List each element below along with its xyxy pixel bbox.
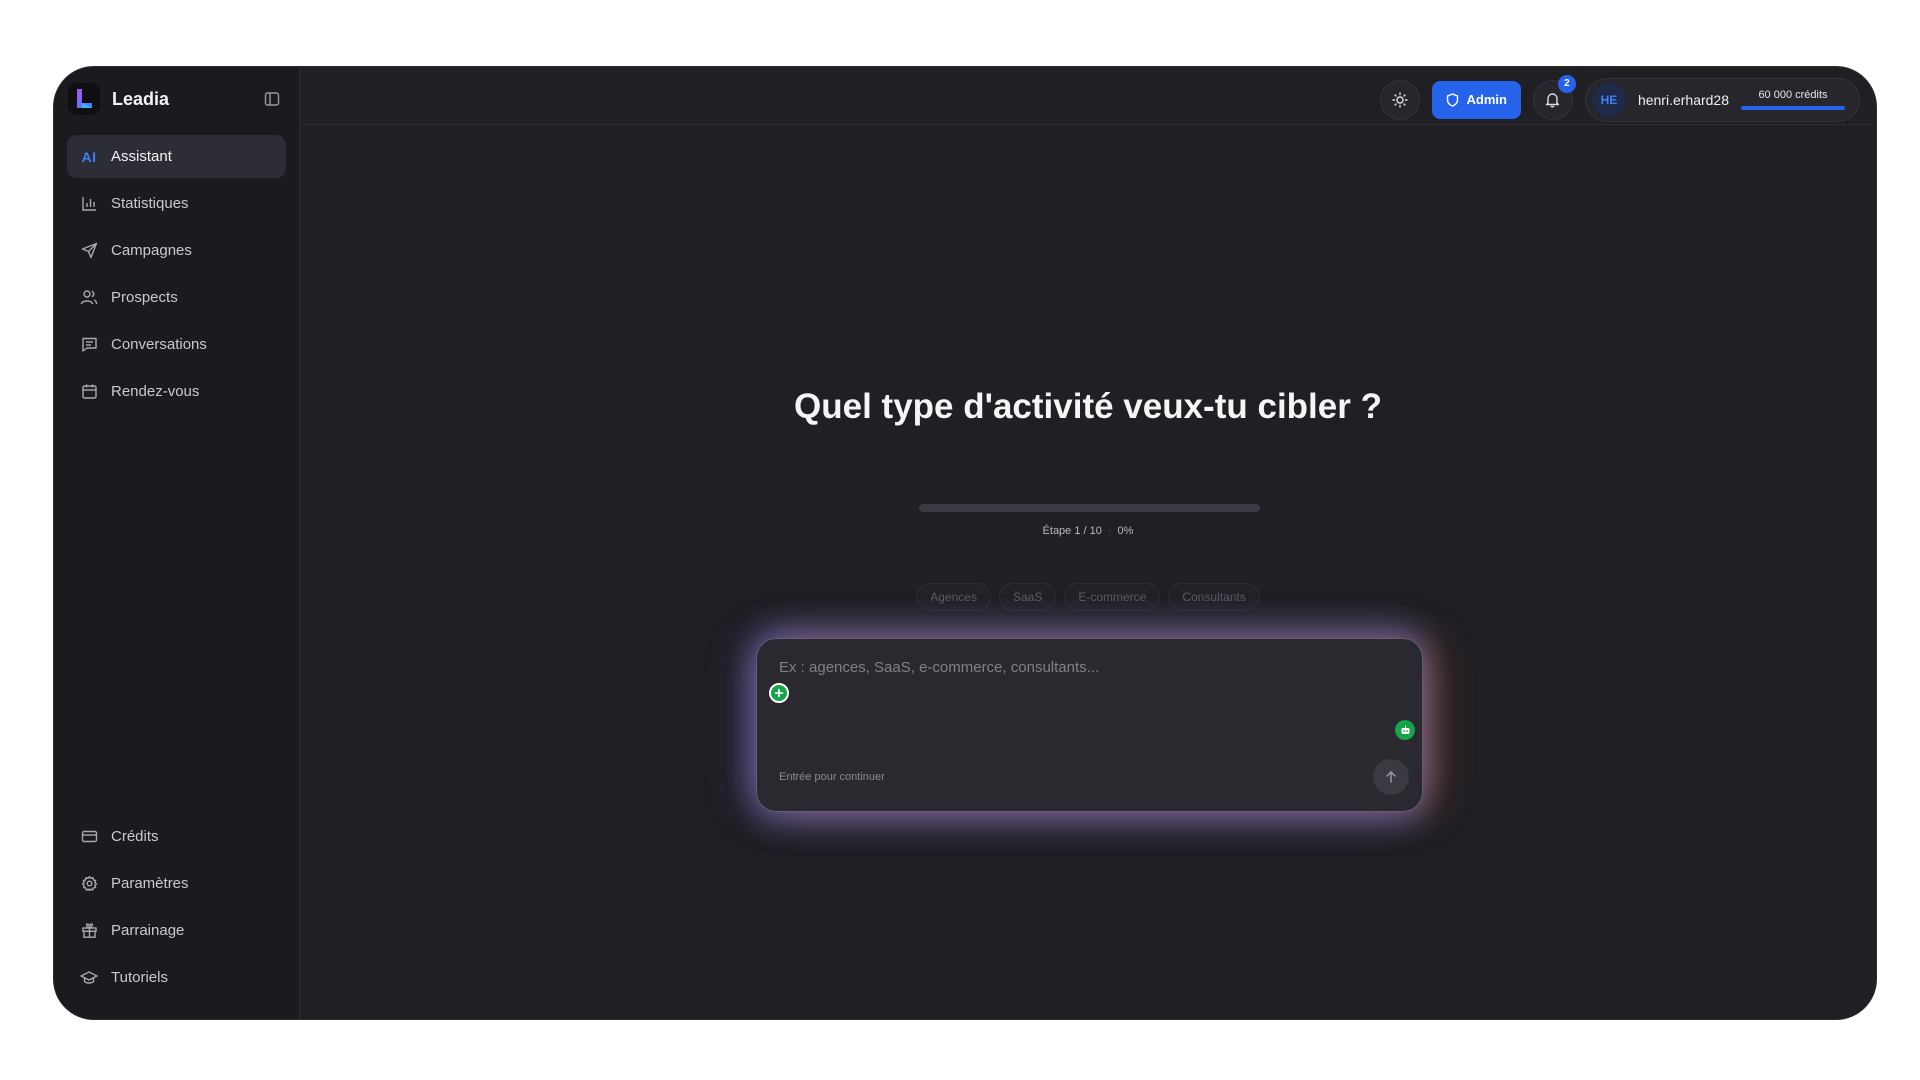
- send-button[interactable]: [1373, 759, 1409, 795]
- panel-left-icon: [264, 92, 280, 106]
- bar-chart-icon: [79, 194, 99, 214]
- credits-label: 60 000 crédits: [1758, 89, 1828, 101]
- suggestion-chip-ecommerce[interactable]: E-commerce: [1064, 583, 1161, 611]
- sidebar-item-label: Crédits: [111, 828, 159, 845]
- admin-button[interactable]: Admin: [1432, 80, 1521, 119]
- graduation-cap-icon: [79, 968, 99, 988]
- ai-badge-icon: AI: [79, 147, 99, 167]
- sidebar-item-assistant[interactable]: AI Assistant: [67, 135, 286, 178]
- notification-count-badge: 2: [1557, 74, 1576, 93]
- brand-name: Leadia: [112, 88, 170, 109]
- answer-input[interactable]: [779, 659, 1379, 719]
- wizard-progress-bar: [919, 504, 1260, 512]
- answer-input-box: Entrée pour continuer: [756, 638, 1423, 812]
- theme-toggle-button[interactable]: [1380, 79, 1421, 120]
- sidebar-item-conversations[interactable]: Conversations: [67, 323, 286, 366]
- send-icon: [79, 241, 99, 261]
- admin-label: Admin: [1466, 92, 1507, 107]
- sidebar-item-statistiques[interactable]: Statistiques: [67, 182, 286, 225]
- sidebar-item-label: Parrainage: [111, 922, 185, 939]
- sidebar-item-label: Campagnes: [111, 242, 192, 259]
- sidebar-item-label: Conversations: [111, 336, 207, 353]
- sidebar: Leadia AI Assistant Statistiques Campagn…: [54, 67, 300, 1019]
- brand-header: Leadia: [54, 67, 299, 131]
- sidebar-item-label: Tutoriels: [111, 969, 168, 986]
- percent-label: 0%: [1117, 525, 1134, 537]
- notifications-button[interactable]: 2: [1532, 74, 1576, 120]
- calendar-icon: [79, 382, 99, 402]
- wizard-content: Quel type d'activité veux-tu cibler ? Ét…: [300, 125, 1876, 1019]
- sun-icon: [1392, 91, 1409, 108]
- ai-mark: AI: [81, 148, 97, 165]
- bell-icon: [1546, 93, 1560, 108]
- input-hint: Entrée pour continuer: [779, 771, 885, 783]
- sidebar-item-credits[interactable]: Crédits: [67, 815, 286, 858]
- sidebar-item-parrainage[interactable]: Parrainage: [67, 909, 286, 952]
- sidebar-item-label: Paramètres: [111, 875, 189, 892]
- sidebar-item-label: Rendez-vous: [111, 383, 200, 400]
- sidebar-item-tutoriels[interactable]: Tutoriels: [67, 956, 286, 999]
- top-bar: Admin 2 HE henri.erhard28 60 000 crédits: [300, 67, 1876, 125]
- step-indicator: Étape 1 / 10 · 0%: [1042, 525, 1134, 537]
- main-area: Admin 2 HE henri.erhard28 60 000 crédits: [300, 67, 1876, 1019]
- sidebar-bottom-nav: Crédits Paramètres Parrainage Tutoriels: [54, 811, 299, 1019]
- gift-icon: [79, 921, 99, 941]
- user-menu[interactable]: HE henri.erhard28 60 000 crédits: [1584, 77, 1860, 122]
- suggestion-chip-saas[interactable]: SaaS: [998, 583, 1057, 611]
- credits-bar: [1741, 106, 1845, 110]
- grammar-assistant-icon[interactable]: [769, 683, 789, 703]
- suggestion-chip-consultants[interactable]: Consultants: [1168, 583, 1260, 611]
- suggestion-chip-agences[interactable]: Agences: [916, 583, 991, 611]
- leadia-logo-icon[interactable]: [68, 83, 100, 115]
- message-square-icon: [79, 335, 99, 355]
- arrow-up-icon: [1386, 771, 1396, 783]
- credits-bar-fill: [1741, 106, 1845, 110]
- sidebar-item-label: Statistiques: [111, 195, 189, 212]
- sidebar-item-label: Assistant: [111, 148, 172, 165]
- sidebar-item-campagnes[interactable]: Campagnes: [67, 229, 286, 272]
- gear-icon: [79, 874, 99, 894]
- credits-indicator: 60 000 crédits: [1741, 89, 1845, 110]
- app-window: Leadia AI Assistant Statistiques Campagn…: [54, 67, 1876, 1019]
- username: henri.erhard28: [1637, 91, 1729, 108]
- suggestion-chips: Agences SaaS E-commerce Consultants: [300, 583, 1876, 611]
- credit-card-icon: [79, 827, 99, 847]
- sidebar-item-label: Prospects: [111, 289, 178, 306]
- bot-icon[interactable]: [1395, 720, 1415, 740]
- page-title: Quel type d'activité veux-tu cibler ?: [794, 387, 1382, 426]
- sidebar-nav: AI Assistant Statistiques Campagnes Pros…: [54, 131, 299, 417]
- users-icon: [79, 288, 99, 308]
- step-label: Étape 1 / 10: [1042, 525, 1102, 537]
- shield-icon: [1447, 92, 1459, 107]
- sidebar-item-prospects[interactable]: Prospects: [67, 276, 286, 319]
- sidebar-item-parametres[interactable]: Paramètres: [67, 862, 286, 905]
- sidebar-item-rendez-vous[interactable]: Rendez-vous: [67, 370, 286, 413]
- sidebar-toggle-button[interactable]: [261, 88, 283, 110]
- avatar: HE: [1591, 82, 1626, 117]
